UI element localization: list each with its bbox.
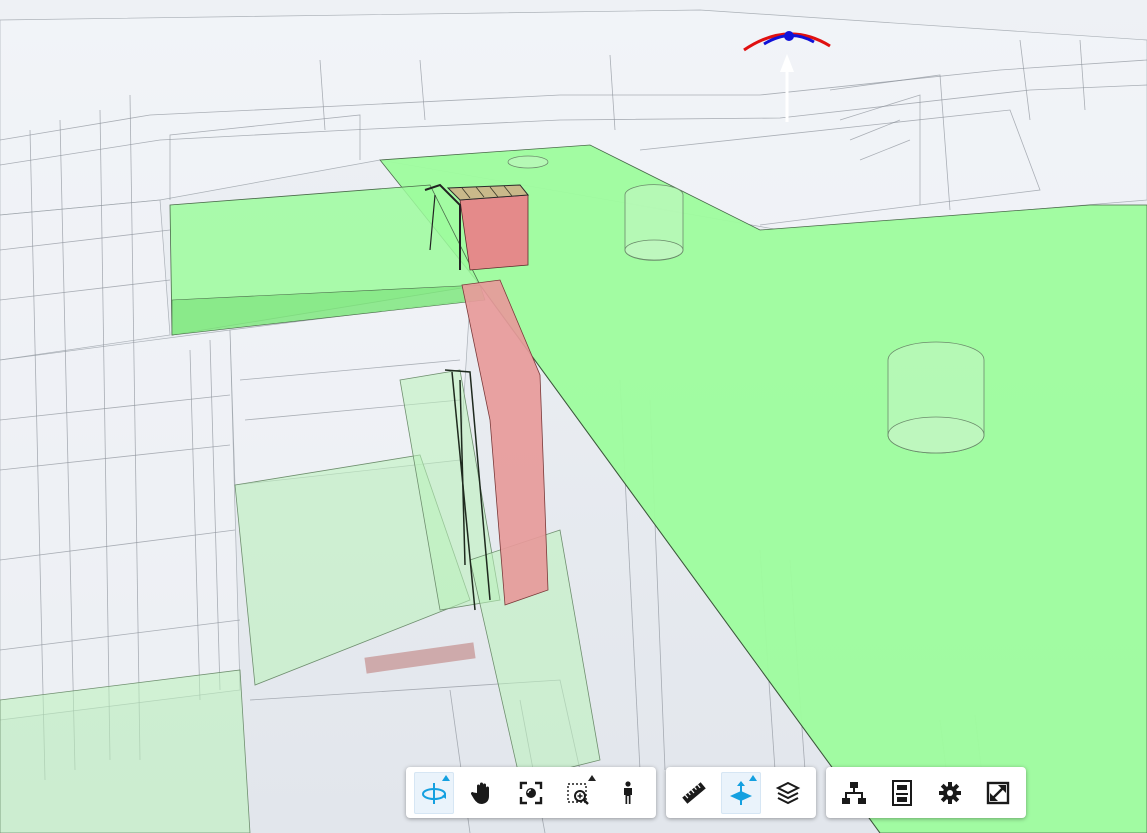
section-button[interactable] xyxy=(721,771,761,814)
ruler-icon xyxy=(681,781,706,804)
person-icon xyxy=(623,780,632,804)
gear-icon xyxy=(939,781,961,804)
settings-toolbar xyxy=(826,767,1026,818)
tree-icon xyxy=(842,781,866,804)
properties-icon xyxy=(892,779,912,806)
zoom-window-button[interactable] xyxy=(559,772,599,814)
first-person-button[interactable] xyxy=(608,772,648,814)
section-plane-icon xyxy=(729,780,752,805)
fullscreen-button[interactable] xyxy=(978,772,1018,814)
orbit-icon xyxy=(422,782,447,804)
settings-button[interactable] xyxy=(930,772,970,814)
explode-button[interactable] xyxy=(769,772,808,814)
fullscreen-icon xyxy=(986,781,1010,804)
measure-button[interactable] xyxy=(674,772,713,814)
properties-button[interactable] xyxy=(882,772,922,814)
model-canvas[interactable] xyxy=(0,0,1147,833)
orbit-button[interactable] xyxy=(414,771,455,814)
fit-to-view-button[interactable] xyxy=(511,772,551,814)
fit-view-icon xyxy=(519,781,543,804)
analysis-toolbar xyxy=(666,767,816,818)
hand-icon xyxy=(470,782,489,804)
3d-viewer[interactable] xyxy=(0,0,1147,833)
navigation-toolbar xyxy=(406,767,656,818)
layers-icon xyxy=(776,781,801,804)
zoom-window-icon xyxy=(567,782,590,805)
pan-button[interactable] xyxy=(462,772,502,814)
model-browser-button[interactable] xyxy=(834,772,874,814)
